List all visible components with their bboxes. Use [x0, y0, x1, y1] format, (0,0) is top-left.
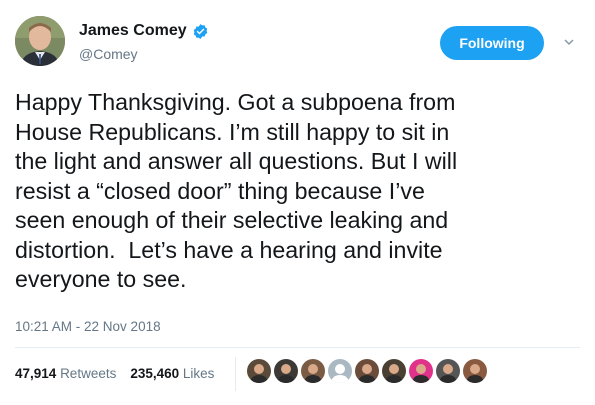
chevron-down-icon[interactable] — [563, 36, 575, 48]
liker-avatar-icon — [355, 359, 379, 383]
liker-avatar[interactable] — [463, 359, 487, 383]
liker-avatar[interactable] — [274, 359, 298, 383]
liker-avatar[interactable] — [301, 359, 325, 383]
retweets-stat[interactable]: 47,914 Retweets — [15, 366, 116, 381]
tweet-stats: 47,914 Retweets 235,460 Likes — [15, 366, 214, 381]
liker-avatar-icon — [436, 359, 460, 383]
retweets-label: Retweets — [60, 366, 117, 381]
author-name-row[interactable]: James Comey — [79, 22, 209, 40]
liker-avatar[interactable] — [355, 359, 379, 383]
liker-avatar-icon — [382, 359, 406, 383]
tweet-timestamp[interactable]: 10:21 AM - 22 Nov 2018 — [15, 319, 161, 334]
divider — [15, 347, 580, 348]
liker-avatar-icon — [463, 359, 487, 383]
liker-avatar-icon — [301, 359, 325, 383]
likes-stat[interactable]: 235,460 Likes — [130, 366, 214, 381]
author-name[interactable]: James Comey — [79, 22, 187, 40]
likes-count: 235,460 — [130, 366, 180, 381]
stats-divider — [235, 357, 236, 391]
liker-avatar[interactable] — [328, 359, 352, 383]
tweet-text: Happy Thanksgiving. Got a subpoena from … — [15, 89, 458, 292]
avatar[interactable] — [15, 16, 65, 66]
liker-avatar[interactable] — [382, 359, 406, 383]
liker-avatar-icon — [274, 359, 298, 383]
liker-avatar-icon — [247, 359, 271, 383]
liker-avatar-icon — [409, 359, 433, 383]
following-button[interactable]: Following — [440, 26, 544, 60]
verified-badge-icon — [193, 23, 207, 39]
liker-avatar[interactable] — [436, 359, 460, 383]
likes-label: Likes — [182, 366, 215, 381]
default-avatar-icon — [328, 359, 352, 383]
liker-avatar[interactable] — [247, 359, 271, 383]
profile-photo-icon — [15, 16, 65, 66]
retweets-count: 47,914 — [15, 366, 57, 381]
liker-avatars — [247, 359, 487, 383]
author-handle[interactable]: @Comey — [79, 46, 138, 62]
liker-avatar[interactable] — [409, 359, 433, 383]
